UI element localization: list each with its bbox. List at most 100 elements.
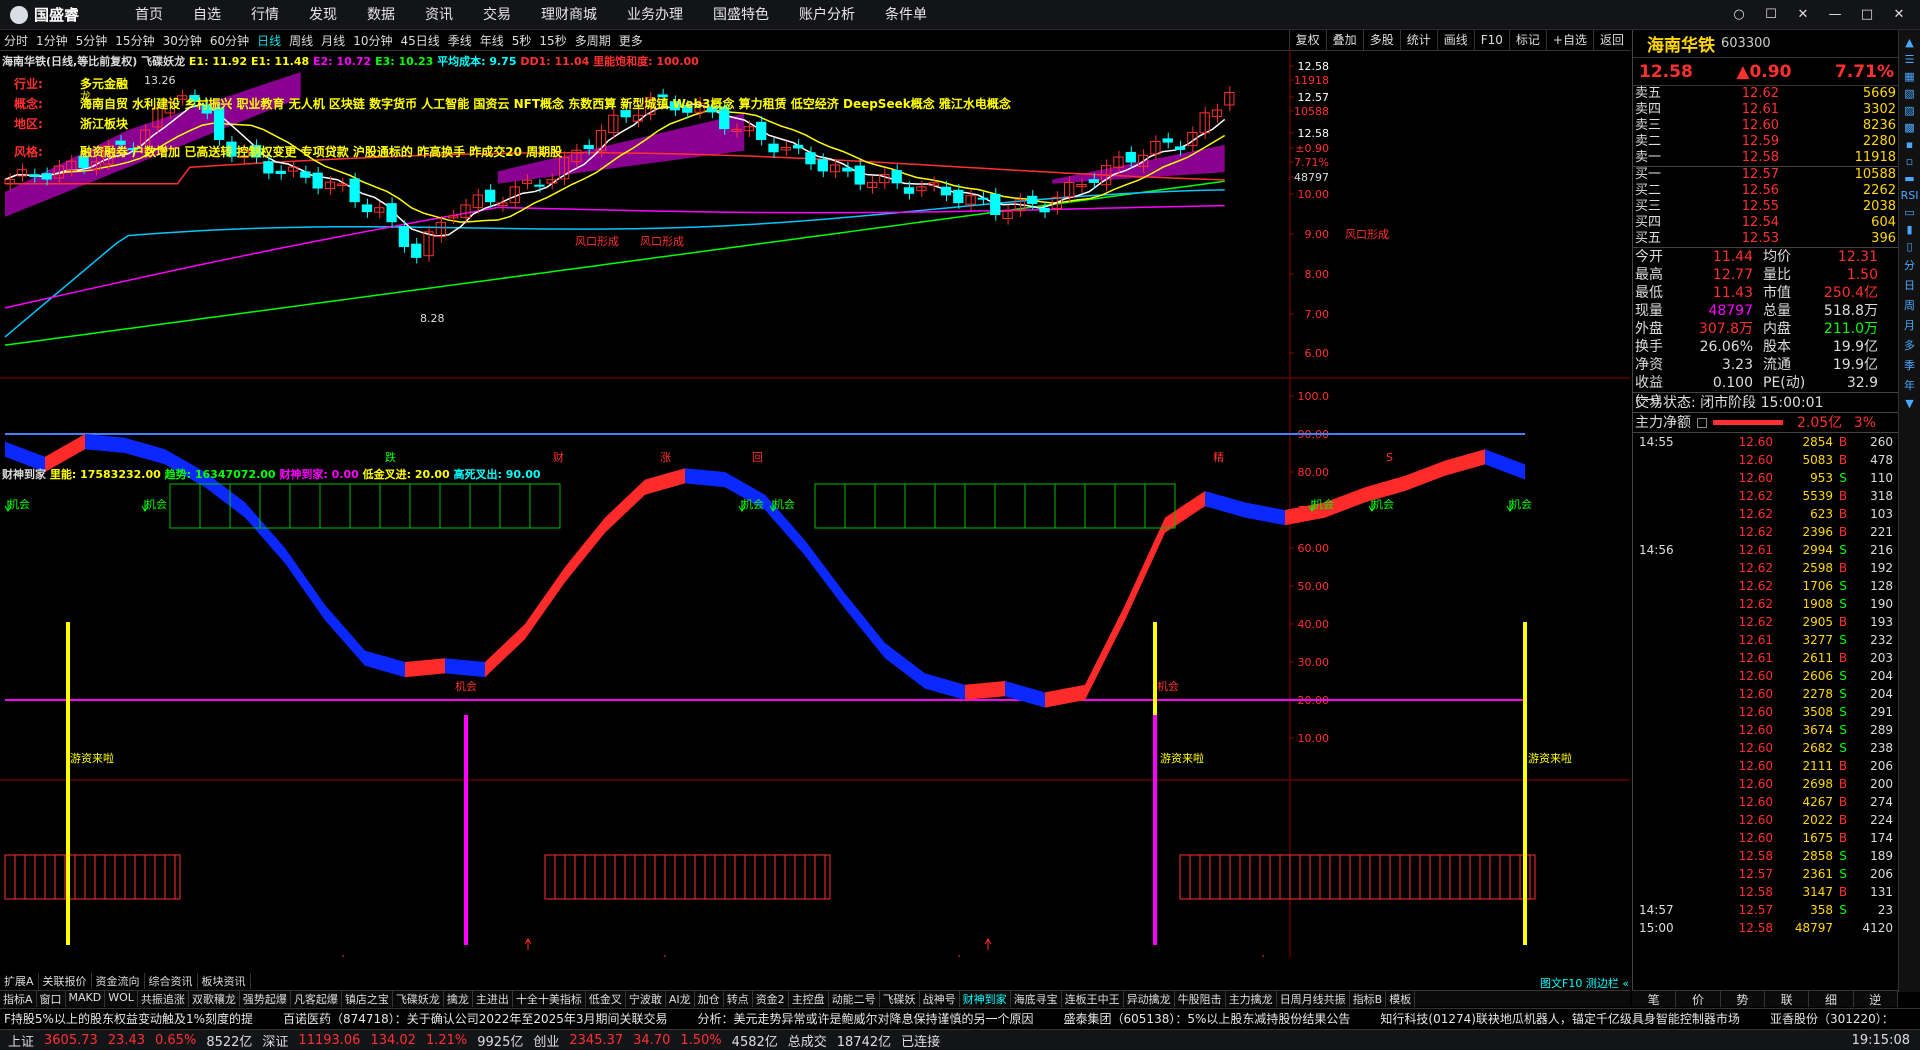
indicator-tab-5[interactable]: 双歌穰龙 — [189, 991, 240, 1007]
tick-list[interactable]: 14:55 12.60 2854 B 260 12.60 5083 B 478 12.60 953 S… — [1633, 433, 1900, 937]
left-tab-3[interactable]: 综合资讯 — [145, 973, 198, 989]
period-tab-4[interactable]: 30分钟 — [159, 32, 206, 49]
tool-4[interactable]: 画线 — [1436, 30, 1474, 50]
news-item-2[interactable]: 分析：美元走势异常或许是鲍威尔对降息保持谨慎的另一个原因 — [698, 1010, 1034, 1027]
period-tab-8[interactable]: 月线 — [317, 32, 349, 49]
menu-item-6[interactable]: 交易 — [468, 0, 526, 30]
sidebar-icon-3[interactable]: ▧ — [1904, 87, 1914, 100]
indicator-tab-30[interactable]: 指标B — [1350, 991, 1387, 1007]
left-tab-2[interactable]: 资金流向 — [92, 973, 145, 989]
indicator-tab-22[interactable]: 战神号 — [920, 991, 960, 1007]
menu-item-0[interactable]: 首页 — [120, 0, 178, 30]
sidebar-icon-20[interactable]: ▼ — [1905, 397, 1913, 410]
indicator-tab-14[interactable]: 宁波敢 — [626, 991, 666, 1007]
quote-tab-2[interactable]: 势 — [1721, 991, 1765, 1007]
tool-1[interactable]: 叠加 — [1325, 30, 1363, 50]
sidebar-icon-19[interactable]: 年 — [1904, 377, 1915, 393]
period-tab-1[interactable]: 1分钟 — [32, 32, 72, 49]
tool-3[interactable]: 统计 — [1399, 30, 1437, 50]
period-tab-3[interactable]: 15分钟 — [111, 32, 158, 49]
indicator-tab-8[interactable]: 镇店之宝 — [342, 991, 393, 1007]
period-tab-15[interactable]: 多周期 — [571, 32, 615, 49]
news-item-4[interactable]: 知行科技(01274)联袂地瓜机器人，锚定千亿级具身智能控制器市场 — [1380, 1010, 1740, 1027]
window-button-3[interactable]: — — [1822, 5, 1848, 25]
sidebar-icon-11[interactable]: ▮ — [1906, 223, 1912, 236]
menu-item-9[interactable]: 国盛特色 — [698, 0, 784, 30]
quote-tab-4[interactable]: 细 — [1809, 991, 1854, 1007]
indicator-tab-16[interactable]: 加仓 — [695, 991, 724, 1007]
period-tab-7[interactable]: 周线 — [285, 32, 317, 49]
indicator-tab-4[interactable]: 共振追涨 — [138, 991, 189, 1007]
menu-item-4[interactable]: 数据 — [352, 0, 410, 30]
sidebar-icon-6[interactable]: ▪ — [1906, 138, 1913, 151]
menu-item-5[interactable]: 资讯 — [410, 0, 468, 30]
period-tab-12[interactable]: 年线 — [476, 32, 508, 49]
indicator-tab-19[interactable]: 主控盘 — [789, 991, 829, 1007]
period-tab-14[interactable]: 15秒 — [535, 32, 570, 49]
menu-item-7[interactable]: 理财商城 — [526, 0, 612, 30]
sidebar-icon-1[interactable]: ☰ — [1905, 53, 1915, 66]
period-tab-10[interactable]: 45日线 — [396, 32, 443, 49]
period-tab-16[interactable]: 更多 — [615, 32, 647, 49]
window-button-2[interactable]: ✕ — [1790, 5, 1816, 25]
sidebar-icon-4[interactable]: ▨ — [1904, 104, 1914, 117]
left-tab-0[interactable]: 扩展A — [0, 973, 39, 989]
sidebar-icon-18[interactable]: 季 — [1904, 357, 1915, 373]
sidebar-icon-15[interactable]: 周 — [1904, 297, 1915, 313]
sidebar-icon-17[interactable]: 多 — [1904, 337, 1915, 353]
indicator-tab-9[interactable]: 飞碟妖龙 — [393, 991, 444, 1007]
kline-chart[interactable]: 12.581191812.571058812.58±0.907.71%48797… — [0, 51, 1630, 957]
sidebar-icon-0[interactable]: ▲ — [1905, 36, 1913, 49]
indicator-tab-24[interactable]: 海底寻宝 — [1011, 991, 1062, 1007]
indicator-tab-12[interactable]: 十全十美指标 — [513, 991, 586, 1007]
sidebar-icon-2[interactable]: ▦ — [1904, 70, 1914, 83]
net-flow-toggle-icon[interactable] — [1697, 417, 1707, 428]
window-button-5[interactable]: ✕ — [1886, 5, 1912, 25]
menu-item-2[interactable]: 行情 — [236, 0, 294, 30]
sidebar-icon-5[interactable]: ▩ — [1904, 121, 1914, 134]
indicator-tab-28[interactable]: 主力擒龙 — [1226, 991, 1277, 1007]
quote-tab-3[interactable]: 联 — [1765, 991, 1810, 1007]
quote-tab-1[interactable]: 价 — [1676, 991, 1721, 1007]
sidebar-icon-13[interactable]: 分 — [1904, 257, 1915, 273]
tool-5[interactable]: F10 — [1473, 30, 1509, 50]
period-tab-2[interactable]: 5分钟 — [72, 32, 112, 49]
indicator-tab-10[interactable]: 擒龙 — [444, 991, 473, 1007]
indicator-tab-23[interactable]: 财神到家 — [960, 991, 1011, 1007]
indicator-tab-0[interactable]: 指标A — [0, 991, 37, 1007]
period-tab-11[interactable]: 季线 — [444, 32, 476, 49]
indicator-tab-18[interactable]: 资金2 — [753, 991, 789, 1007]
indicator-tab-26[interactable]: 异动擒龙 — [1124, 991, 1175, 1007]
indicator-tab-13[interactable]: 低金叉 — [586, 991, 626, 1007]
news-ticker[interactable]: F持股5%以上的股东权益变动触及1%刻度的提 百诺医药（874718）：关于确认公… — [0, 1008, 1920, 1028]
tool-0[interactable]: 复权 — [1288, 30, 1326, 50]
tool-7[interactable]: +自选 — [1545, 30, 1593, 50]
news-item-3[interactable]: 盛泰集团（605138）：5%以上股东减持股份结果公告 — [1064, 1010, 1351, 1027]
sidebar-icon-16[interactable]: 月 — [1904, 317, 1915, 333]
tool-2[interactable]: 多股 — [1362, 30, 1400, 50]
period-tab-6[interactable]: 日线 — [253, 32, 285, 49]
news-item-1[interactable]: 百诺医药（874718）：关于确认公司2022年至2025年3月期间关联交易 — [283, 1010, 668, 1027]
tool-6[interactable]: 标记 — [1508, 30, 1546, 50]
sidebar-icon-14[interactable]: 日 — [1904, 277, 1915, 293]
indicator-tab-2[interactable]: MAKD — [66, 991, 106, 1007]
indicator-tab-25[interactable]: 连板王中王 — [1062, 991, 1124, 1007]
quote-tab-0[interactable]: 笔 — [1632, 991, 1677, 1007]
window-button-1[interactable]: ☐ — [1758, 5, 1784, 25]
tool-8[interactable]: 返回 — [1592, 30, 1630, 50]
window-button-4[interactable]: □ — [1854, 5, 1880, 25]
indicator-tab-17[interactable]: 转点 — [724, 991, 753, 1007]
indicator-tab-21[interactable]: 飞碟妖 — [880, 991, 920, 1007]
period-tab-5[interactable]: 60分钟 — [206, 32, 253, 49]
indicator-tab-20[interactable]: 动能二号 — [829, 991, 880, 1007]
indicator-tab-7[interactable]: 凡客起爆 — [291, 991, 342, 1007]
indicator-tab-15[interactable]: AI龙 — [666, 991, 695, 1007]
news-item-5[interactable]: 亚香股份（301220）： — [1770, 1010, 1894, 1027]
indicator-tab-6[interactable]: 强势起爆 — [240, 991, 291, 1007]
sidebar-icon-8[interactable]: ▬ — [1904, 172, 1914, 185]
left-tab-4[interactable]: 板块资讯 — [198, 973, 251, 989]
sidebar-icon-9[interactable]: RSI — [1901, 189, 1919, 202]
window-button-0[interactable]: ○ — [1726, 5, 1752, 25]
indicator-tab-31[interactable]: 模板 — [1386, 991, 1416, 1007]
indicator-tab-1[interactable]: 窗口 — [37, 991, 66, 1007]
